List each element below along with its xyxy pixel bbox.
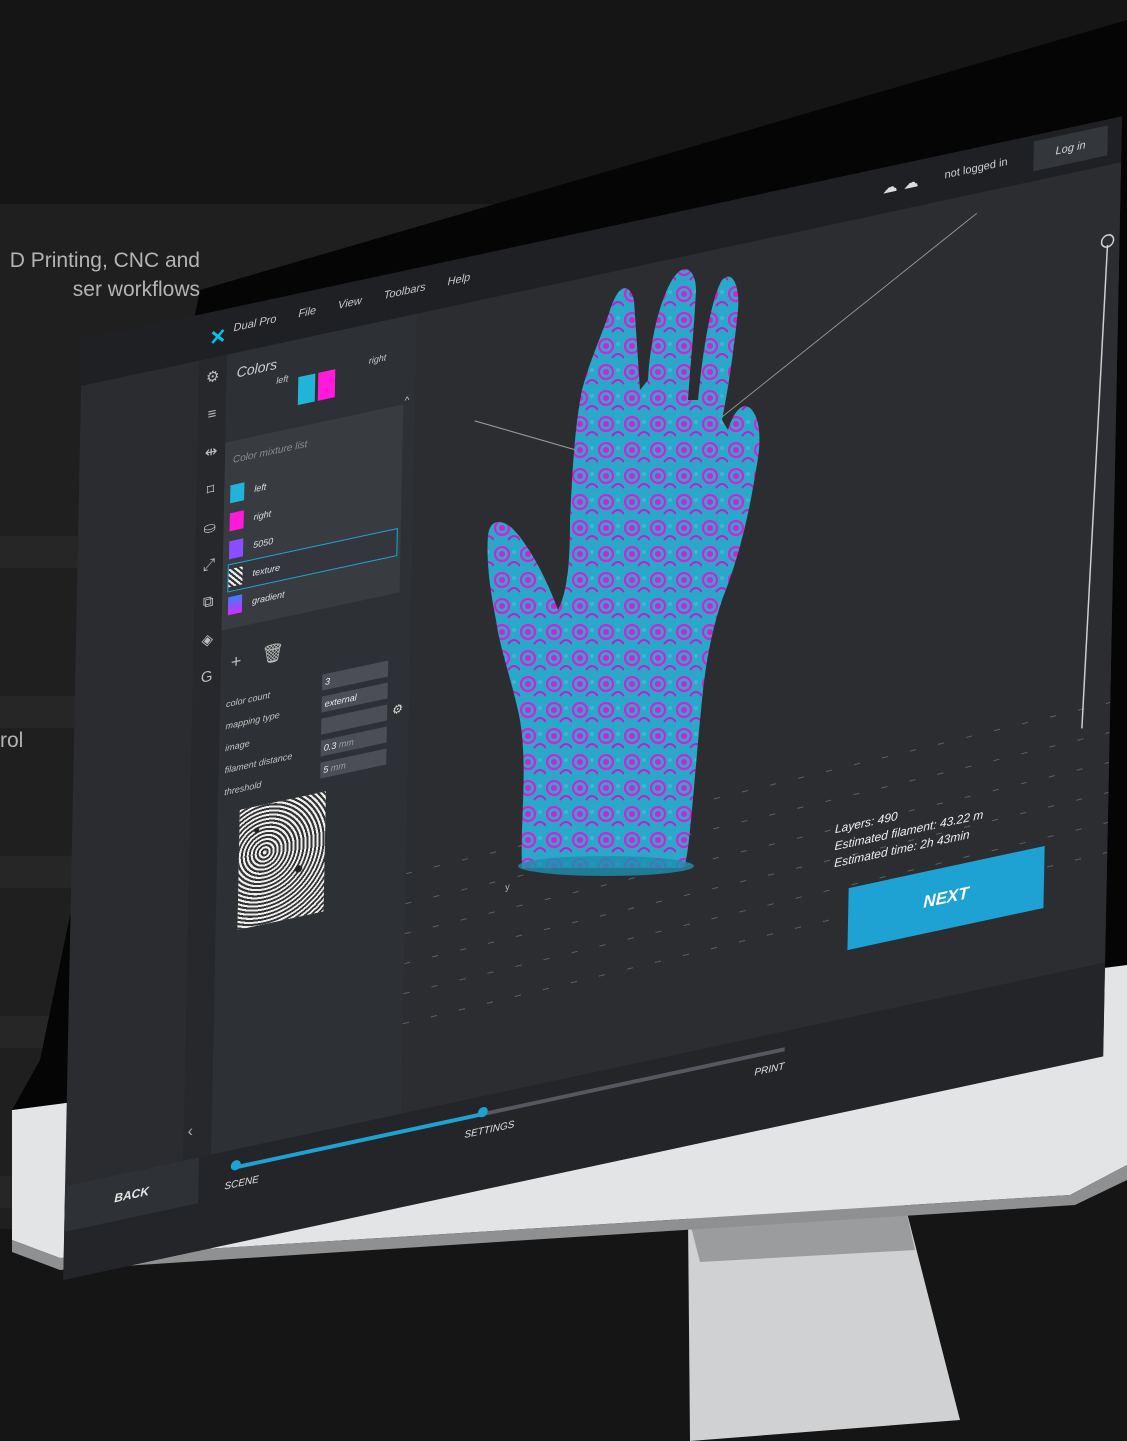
- mixture-item-label: right: [253, 508, 272, 523]
- extruder-swatches: [297, 369, 336, 406]
- step-print[interactable]: PRINT: [754, 1061, 784, 1078]
- right-label: right: [368, 352, 387, 366]
- gear-icon[interactable]: ⚙: [206, 366, 220, 387]
- color-chip: [229, 510, 244, 532]
- left-label: left: [276, 373, 289, 386]
- step-settings[interactable]: SETTINGS: [464, 1119, 514, 1141]
- copy-icon[interactable]: ⧉: [203, 592, 214, 611]
- filament-distance-value: 0.3: [323, 740, 337, 754]
- texture-settings-form: color count 3 mapping type external imag…: [218, 654, 410, 805]
- collapse-panel-icon[interactable]: ‹: [187, 1123, 193, 1142]
- menu-toolbars[interactable]: Toolbars: [384, 281, 426, 302]
- background-tagline: D Printing, CNC and ser workflows: [9, 249, 200, 301]
- distribute-icon[interactable]: ⇹: [205, 441, 218, 462]
- layers-icon[interactable]: ◈: [201, 629, 213, 649]
- gcode-icon[interactable]: G: [201, 667, 213, 687]
- mixture-list-placeholder: Color mixture list: [232, 438, 308, 466]
- add-icon[interactable]: +: [231, 650, 242, 673]
- texture-preview-image: [237, 791, 326, 930]
- mixture-item-label: gradient: [251, 589, 285, 607]
- color-chip: [227, 594, 243, 616]
- shapes-icon[interactable]: ⌑: [206, 480, 214, 500]
- right-color-swatch[interactable]: [317, 369, 336, 401]
- texture-chip: [228, 566, 243, 588]
- step-dot-settings[interactable]: [477, 1106, 488, 1119]
- mixture-item-label: texture: [252, 562, 281, 579]
- monitor-stand-shadow: [688, 1205, 915, 1262]
- threshold-value: 5: [323, 763, 329, 776]
- login-button[interactable]: Log in: [1033, 125, 1108, 172]
- mixture-tools: + 🗑: [231, 641, 285, 673]
- paint-bucket-icon[interactable]: ⛀: [203, 517, 216, 538]
- scale-icon[interactable]: ⤢: [203, 555, 215, 575]
- device-selector[interactable]: Dual Pro: [233, 313, 276, 334]
- chevron-up-icon[interactable]: ^: [405, 395, 410, 407]
- color-chip: [228, 538, 244, 560]
- trash-icon[interactable]: 🗑: [261, 641, 284, 667]
- login-status: not logged in: [944, 155, 1008, 182]
- left-color-swatch[interactable]: [297, 373, 316, 406]
- threshold-label: threshold: [224, 779, 262, 798]
- back-button[interactable]: BACK: [64, 1157, 200, 1232]
- mixture-item-label: 5050: [253, 535, 274, 551]
- background-fragment: rol: [0, 729, 24, 752]
- image-settings-gear-icon[interactable]: ⚙: [391, 701, 402, 717]
- menu-view[interactable]: View: [338, 295, 362, 312]
- panel-title: Colors: [236, 355, 278, 381]
- colors-panel: Colors left right ^ Color mixture list l…: [211, 313, 555, 1155]
- 3d-viewport[interactable]: y Layers: 490 Estimated filament: 43.22 …: [401, 162, 1122, 1114]
- app-logo-icon[interactable]: ✕: [209, 323, 226, 352]
- menu-file[interactable]: File: [298, 305, 316, 321]
- align-icon[interactable]: ≡: [207, 405, 216, 424]
- threshold-unit: mm: [330, 760, 346, 774]
- monitor-stand: [688, 1205, 960, 1441]
- color-mixture-list: Color mixture list left right 5050 textu…: [221, 404, 404, 631]
- filament-distance-unit: mm: [338, 736, 354, 750]
- cloud-download-icon[interactable]: ☁: [882, 177, 897, 198]
- mixture-item-label: left: [254, 481, 267, 495]
- axis-y-label: y: [505, 881, 510, 893]
- cloud-upload-icon[interactable]: ☁: [903, 172, 918, 193]
- image-label: image: [225, 738, 250, 754]
- step-dot-scene[interactable]: [230, 1159, 241, 1172]
- cloud-icons: ☁ ☁: [882, 172, 918, 198]
- build-plate-grid: [402, 212, 1115, 1025]
- step-scene[interactable]: SCENE: [224, 1174, 259, 1192]
- color-chip: [230, 482, 245, 504]
- menu-help[interactable]: Help: [447, 271, 470, 288]
